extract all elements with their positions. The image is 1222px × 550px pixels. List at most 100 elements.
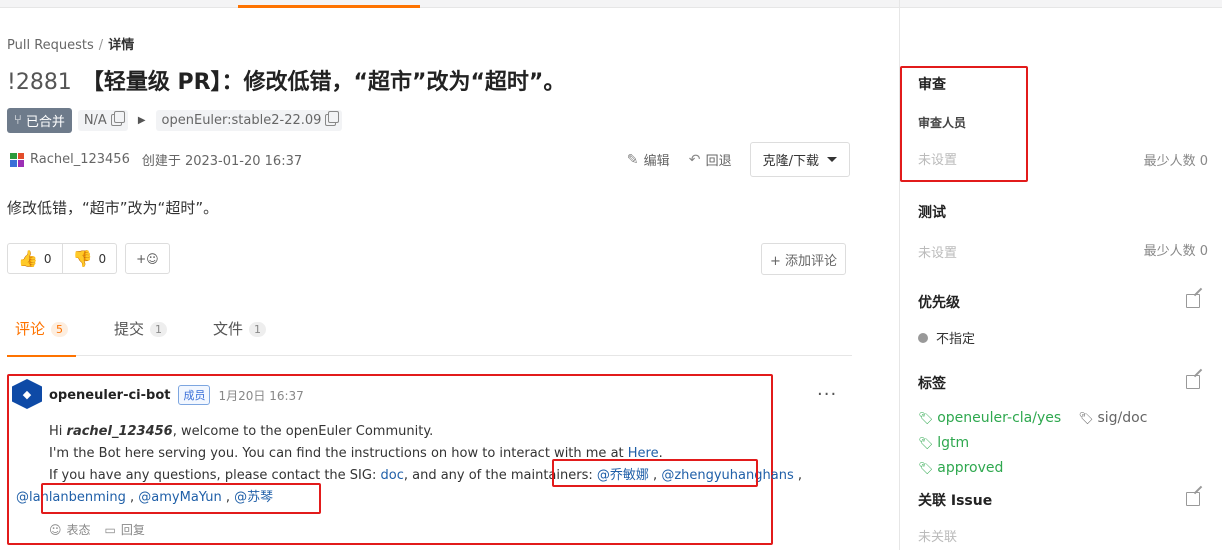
target-branch: openEuler:stable2-22.09 [155,109,343,131]
label-name: lgtm [937,435,970,451]
greeting-prefix: Hi [49,424,67,439]
author-row: Rachel_123456 创建于 2023-01-20 16:37 [10,150,302,169]
comment-author[interactable]: openeuler-ci-bot [49,388,170,403]
edit-labels-icon[interactable] [1186,375,1200,389]
priority-value-row: 不指定 [918,328,1208,347]
thumbs-up-icon: 👍 [18,249,38,268]
chevron-down-icon [827,157,837,162]
tab-commits[interactable]: 提交 1 [106,318,175,356]
source-branch-label: N/A [83,112,107,128]
review-min: 最少人数 0 [1143,154,1208,169]
comment-header: openeuler-ci-bot 成员 1月20日 16:37 [49,385,304,405]
priority-dot-icon [918,332,928,343]
test-min: 最少人数 0 [1143,244,1208,259]
edit-issue-icon[interactable] [1186,492,1200,506]
thumbs-up-button[interactable]: 👍 0 [7,243,63,274]
active-nav-indicator [238,5,420,8]
tab-label: 评论 [15,320,46,338]
tab-count: 1 [150,322,168,337]
label-tag[interactable]: 🏷 lgtm [918,435,969,451]
author-name[interactable]: Rachel_123456 [30,152,130,167]
label-list: 🏷 openeuler-cla/yes 🏷 sig/doc 🏷 lgtm 🏷 appro… [918,407,1218,482]
pr-title: 【轻量级 PR】：修改低错，“超市”改为“超时”。 [81,70,566,95]
bot-avatar[interactable]: ◆ [12,379,42,409]
thumbs-down-button[interactable]: 👎 0 [62,243,118,274]
copy-icon[interactable] [110,111,125,126]
smile-icon: ☺ [49,522,62,537]
clone-label: 克隆/下载 [762,154,819,169]
tab-count: 5 [51,322,69,337]
issue-title: 关联 Issue [918,493,993,509]
labels-title: 标签 [918,376,946,392]
status-badge: ⑂ 已合并 [7,107,72,133]
add-comment-button[interactable]: + 添加评论 [761,243,847,275]
highlight-box-mentions-1 [552,459,758,487]
edit-priority-icon[interactable] [1186,294,1200,308]
add-reaction-button[interactable]: +☺ [125,243,170,274]
label-tag[interactable]: 🏷 sig/doc [1078,410,1147,426]
page-title: !2881 【轻量级 PR】：修改低错，“超市”改为“超时”。 [7,64,565,96]
created-time: 创建于 2023-01-20 16:37 [141,154,303,169]
labels-section: 标签 🏷 openeuler-cla/yes 🏷 sig/doc 🏷 lgtm 🏷 ap… [918,373,1208,482]
reviewers-label: 审查人员 [918,116,967,130]
greeting-user: rachel_123456 [66,424,173,439]
merge-icon: ⑂ [14,112,22,128]
breadcrumb: Pull Requests / 详情 [7,34,134,53]
react-label: 表态 [66,523,91,537]
reply-label: 回复 [120,523,145,537]
comment-footer: ☺ 表态 ▭ 回复 [49,521,145,538]
target-branch-label[interactable]: openEuler:stable2-22.09 [162,113,322,128]
thumbs-up-count: 0 [43,251,52,266]
member-badge: 成员 [178,385,211,405]
review-section: 审查 审查人员 未设置 最少人数 0 [918,74,1208,169]
breadcrumb-current: 详情 [108,38,135,53]
reply-icon: ▭ [104,522,116,537]
avatar[interactable] [10,152,24,167]
pr-tabs: 评论 5 提交 1 文件 1 [7,318,852,357]
reply-button[interactable]: ▭ 回复 [105,521,145,538]
tab-files[interactable]: 文件 1 [205,318,274,356]
label-tag[interactable]: 🏷 approved [918,460,1003,476]
reactions: 👍 0 👎 0 +☺ [7,243,170,274]
edit-icon: ✎ [626,151,639,168]
mention-separator: , [793,468,802,483]
edit-button[interactable]: ✎ 编辑 [626,150,670,170]
copy-icon[interactable] [325,111,340,126]
edit-label: 编辑 [643,154,670,169]
line2-prefix: I'm the Bot here serving you. You can fi… [49,446,628,461]
more-options-icon[interactable]: ··· [817,384,837,405]
sidebar: 审查 审查人员 未设置 最少人数 0 测试 未设置 最少人数 0 优先级 不指定… [899,0,1222,550]
priority-title: 优先级 [918,295,960,311]
review-title: 审查 [918,77,946,93]
revert-icon: ↶ [688,151,701,168]
greeting-suffix: , welcome to the openEuler Community. [172,424,434,439]
test-section: 测试 未设置 最少人数 0 [918,202,1208,261]
breadcrumb-separator: / [98,38,104,53]
tag-icon: 🏷 [918,436,934,450]
react-button[interactable]: ☺ 表态 [49,521,91,538]
test-title: 测试 [918,205,946,221]
tab-comments[interactable]: 评论 5 [7,318,77,357]
label-name: approved [937,460,1004,476]
arrow-right-icon: ▶ [137,114,146,126]
comment-line-1: Hi rachel_123456, welcome to the openEul… [49,421,769,443]
clone-download-button[interactable]: 克隆/下载 [749,142,850,177]
label-tag[interactable]: 🏷 openeuler-cla/yes [918,410,1061,426]
pr-meta-row: ⑂ 已合并 N/A ▶ openEuler:stable2-22.09 [7,107,343,133]
tag-icon: 🏷 [918,461,934,475]
issue-section: 关联 Issue 未关联 [918,490,1208,545]
priority-value: 不指定 [936,332,976,347]
tab-label: 文件 [213,320,244,338]
revert-label: 回退 [705,154,732,169]
sig-link[interactable]: doc [380,468,403,483]
pr-number: !2881 [7,70,72,95]
revert-button[interactable]: ↶ 回退 [688,150,732,170]
thumbs-down-icon: 👎 [72,249,93,268]
thumbs-down-count: 0 [98,251,107,266]
tag-icon: 🏷 [1078,411,1094,425]
tag-icon: 🏷 [918,411,934,425]
breadcrumb-root-link[interactable]: Pull Requests [7,38,94,53]
label-name: sig/doc [1097,410,1148,426]
pr-actions: ✎ 编辑 ↶ 回退 克隆/下载 [626,142,850,177]
line3-prefix: If you have any questions, please contac… [49,468,381,483]
